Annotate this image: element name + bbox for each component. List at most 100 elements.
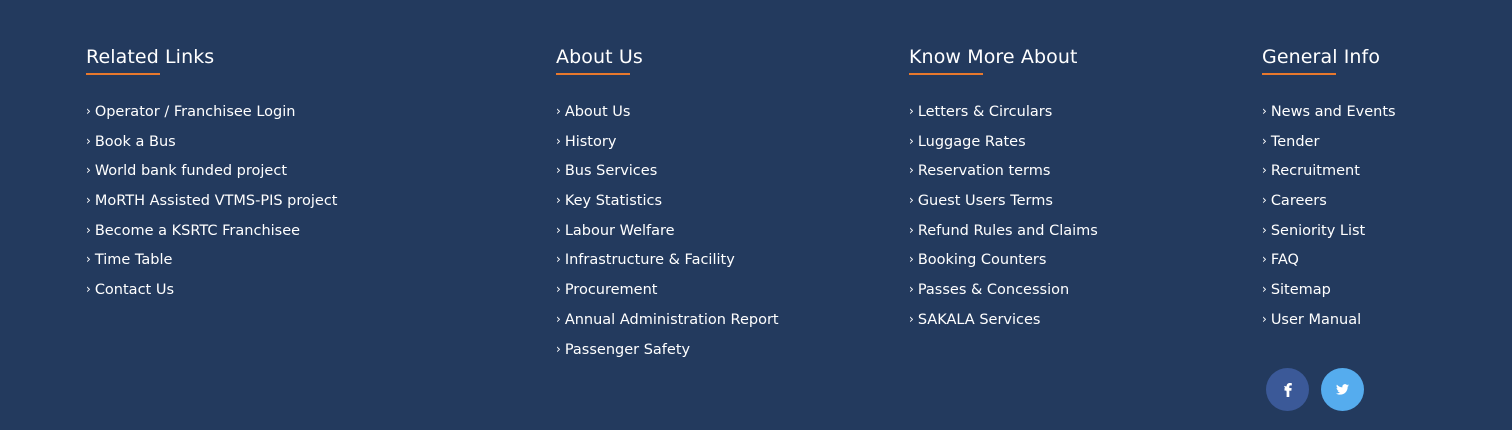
- chevron-right-icon: ›: [909, 252, 914, 267]
- footer-link[interactable]: › Sitemap: [1262, 280, 1331, 300]
- footer-link-item: › Sitemap: [1262, 279, 1396, 309]
- column-heading: About Us: [556, 46, 643, 68]
- footer-link-item: › History: [556, 131, 779, 161]
- footer-link[interactable]: › User Manual: [1262, 310, 1361, 330]
- footer-link-label: Contact Us: [94, 282, 175, 299]
- footer-link-label: Tender: [1270, 133, 1320, 150]
- footer-link-label: Booking Counters: [917, 252, 1047, 269]
- footer-link[interactable]: › Passenger Safety: [556, 340, 690, 360]
- footer-link-label: About Us: [564, 104, 631, 120]
- footer-link[interactable]: › Become a KSRTC Franchisee: [86, 221, 300, 241]
- footer-link-label: Operator / Franchisee Login: [94, 104, 296, 120]
- footer-link[interactable]: › Tender: [1262, 132, 1319, 152]
- footer-link-item: › Procurement: [556, 279, 779, 309]
- link-list: › Letters & Circulars › Luggage Rates › Reser…: [909, 101, 1098, 339]
- footer-link-label: Refund Rules and Claims: [917, 222, 1098, 239]
- footer-link[interactable]: › Seniority List: [1262, 221, 1365, 241]
- footer-link-label: MoRTH Assisted VTMS-PIS project: [94, 193, 338, 210]
- footer-link[interactable]: › Book a Bus: [86, 132, 176, 152]
- twitter-icon: [1336, 384, 1349, 395]
- footer-link-item: › Annual Administration Report: [556, 309, 779, 339]
- footer-link[interactable]: › Procurement: [556, 280, 657, 300]
- footer-link[interactable]: › Infrastructure & Facility: [556, 250, 735, 270]
- footer-link-item: › Passes & Concession: [909, 279, 1098, 309]
- footer-link-item: › User Manual: [1262, 309, 1396, 339]
- footer-link-label: FAQ: [1270, 252, 1299, 269]
- footer-link-item: › Recruitment: [1262, 160, 1396, 190]
- chevron-right-icon: ›: [556, 222, 561, 237]
- chevron-right-icon: ›: [909, 104, 914, 118]
- chevron-right-icon: ›: [909, 133, 914, 148]
- footer-link-item: › Book a Bus: [86, 131, 338, 161]
- footer-link[interactable]: › Labour Welfare: [556, 221, 675, 241]
- chevron-right-icon: ›: [909, 193, 914, 208]
- column-heading: Related Links: [86, 46, 215, 68]
- chevron-right-icon: ›: [86, 282, 91, 297]
- footer-link-item: › SAKALA Services: [909, 309, 1098, 339]
- footer-link[interactable]: › SAKALA Services: [909, 310, 1040, 330]
- footer-link-item: › Tender: [1262, 131, 1396, 161]
- chevron-right-icon: ›: [556, 193, 561, 208]
- column-heading: General Info: [1262, 46, 1381, 68]
- footer-link-item: › Reservation terms: [909, 160, 1098, 190]
- footer-link-label: Infrastructure & Facility: [564, 252, 735, 269]
- footer-link[interactable]: › Operator / Franchisee Login: [86, 102, 295, 122]
- chevron-right-icon: ›: [556, 282, 561, 297]
- footer-link-label: Seniority List: [1270, 222, 1366, 239]
- chevron-right-icon: ›: [1262, 311, 1267, 326]
- heading-underline: [909, 73, 983, 75]
- chevron-right-icon: ›: [909, 282, 914, 297]
- footer-link[interactable]: › Booking Counters: [909, 250, 1046, 270]
- column-general-info: General Info › News and Events › Tender › Rec…: [1262, 44, 1396, 339]
- column-know-more-about: Know More About › Letters & Circulars › Lug…: [909, 44, 1098, 339]
- footer-link[interactable]: › Careers: [1262, 191, 1327, 211]
- footer-link-item: › Refund Rules and Claims: [909, 220, 1098, 250]
- chevron-right-icon: ›: [909, 311, 914, 326]
- footer-link-label: Reservation terms: [917, 163, 1051, 180]
- footer-link-label: Passes & Concession: [917, 282, 1070, 299]
- footer-link[interactable]: › Luggage Rates: [909, 132, 1026, 152]
- footer-link[interactable]: › Recruitment: [1262, 161, 1360, 181]
- link-list: › News and Events › Tender › Recruitment › Care…: [1262, 101, 1396, 339]
- footer-link[interactable]: › FAQ: [1262, 250, 1299, 270]
- footer-link-item: › Bus Services: [556, 160, 779, 190]
- chevron-right-icon: ›: [86, 104, 91, 118]
- footer-link-label: Guest Users Terms: [917, 193, 1053, 210]
- social-links: [1266, 368, 1364, 411]
- footer-link-item: › Operator / Franchisee Login: [86, 101, 338, 131]
- footer-link-item: › Time Table: [86, 249, 338, 279]
- footer-link[interactable]: › Passes & Concession: [909, 280, 1069, 300]
- facebook-icon: [1283, 382, 1292, 397]
- footer-link[interactable]: › Letters & Circulars: [909, 102, 1052, 122]
- twitter-button[interactable]: [1321, 368, 1364, 411]
- footer-link[interactable]: › Annual Administration Report: [556, 310, 779, 330]
- chevron-right-icon: ›: [1262, 163, 1267, 178]
- footer-link[interactable]: › Refund Rules and Claims: [909, 221, 1098, 241]
- footer-link[interactable]: › Guest Users Terms: [909, 191, 1053, 211]
- footer-link[interactable]: › Time Table: [86, 250, 172, 270]
- footer-link[interactable]: › Reservation terms: [909, 161, 1050, 181]
- footer-link-item: › Letters & Circulars: [909, 101, 1098, 131]
- footer-link[interactable]: › MoRTH Assisted VTMS-PIS project: [86, 191, 338, 211]
- facebook-button[interactable]: [1266, 368, 1309, 411]
- footer-link-label: Careers: [1270, 193, 1327, 210]
- footer-link[interactable]: › News and Events: [1262, 102, 1396, 122]
- footer-link-item: › FAQ: [1262, 249, 1396, 279]
- footer-link-item: › Booking Counters: [909, 249, 1098, 279]
- chevron-right-icon: ›: [1262, 252, 1267, 267]
- footer-link[interactable]: › Key Statistics: [556, 191, 662, 211]
- footer-link-item: › About Us: [556, 101, 779, 131]
- footer-link-label: User Manual: [1270, 311, 1362, 328]
- footer-link-item: › Careers: [1262, 190, 1396, 220]
- footer-link-label: News and Events: [1270, 104, 1396, 120]
- chevron-right-icon: ›: [556, 104, 561, 118]
- footer-link[interactable]: › Bus Services: [556, 161, 657, 181]
- footer-link[interactable]: › World bank funded project: [86, 161, 287, 181]
- footer-link[interactable]: › About Us: [556, 102, 630, 122]
- chevron-right-icon: ›: [1262, 282, 1267, 297]
- footer-link[interactable]: › Contact Us: [86, 280, 174, 300]
- footer-link[interactable]: › History: [556, 132, 616, 152]
- footer-link-item: › Passenger Safety: [556, 339, 779, 369]
- heading-underline: [86, 73, 160, 75]
- chevron-right-icon: ›: [556, 341, 561, 356]
